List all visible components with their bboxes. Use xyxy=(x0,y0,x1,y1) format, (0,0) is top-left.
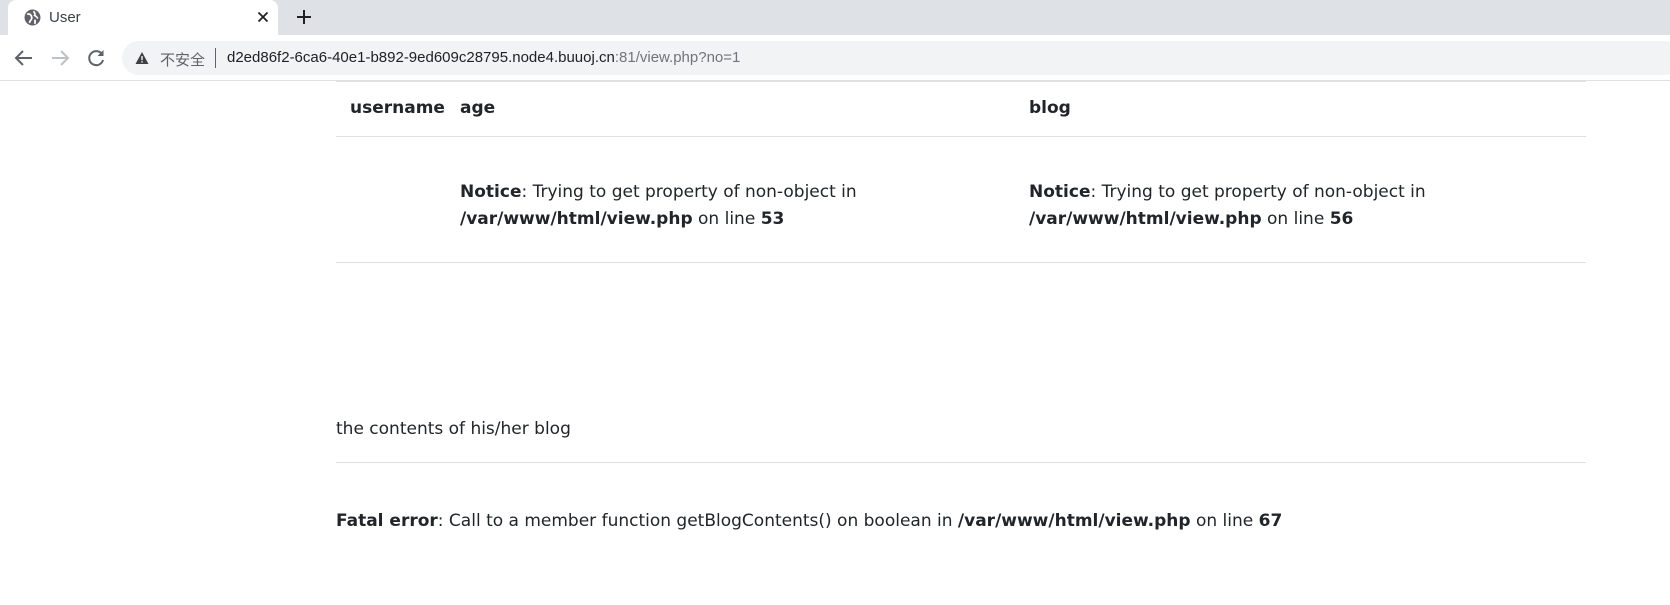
fatal-error-on-line: on line xyxy=(1190,511,1259,531)
globe-icon xyxy=(24,9,41,26)
fatal-error-label: Fatal error xyxy=(336,511,438,531)
notice-message: : Trying to get property of non-object i… xyxy=(1090,182,1426,202)
address-separator xyxy=(215,48,216,68)
column-header-age: age xyxy=(460,98,496,118)
blog-divider xyxy=(336,462,1586,463)
close-icon[interactable] xyxy=(255,9,271,25)
page-content: username age blog Notice: Trying to get … xyxy=(0,81,1670,605)
url-text[interactable]: d2ed86f2-6ca6-40e1-b892-9ed609c28795.nod… xyxy=(227,49,740,66)
tab-strip: User xyxy=(0,0,1670,35)
fatal-error-file: /var/www/html/view.php xyxy=(957,511,1191,531)
notice-file: /var/www/html/view.php xyxy=(1029,209,1262,229)
fatal-error-line-number: 67 xyxy=(1258,511,1283,531)
plus-icon[interactable] xyxy=(295,8,313,26)
notice-label: Notice xyxy=(460,182,522,202)
address-bar[interactable]: 不安全 d2ed86f2-6ca6-40e1-b892-9ed609c28795… xyxy=(122,41,1670,75)
security-label[interactable]: 不安全 xyxy=(160,49,205,70)
age-cell-notice: Notice: Trying to get property of non-ob… xyxy=(460,179,1000,233)
tab-title: User xyxy=(49,9,81,26)
notice-line-number: 53 xyxy=(760,209,785,229)
url-path: :81/view.php?no=1 xyxy=(614,49,741,66)
fatal-error-message: Fatal error: Call to a member function g… xyxy=(336,511,1282,531)
notice-message: : Trying to get property of non-object i… xyxy=(521,182,857,202)
reload-icon[interactable] xyxy=(85,47,107,69)
table-row-divider xyxy=(336,262,1586,263)
browser-toolbar: 不安全 d2ed86f2-6ca6-40e1-b892-9ed609c28795… xyxy=(0,35,1670,81)
blog-contents-heading: the contents of his/her blog xyxy=(336,419,571,439)
tab-user[interactable]: User xyxy=(8,0,278,35)
blog-cell-notice: Notice: Trying to get property of non-ob… xyxy=(1029,179,1569,233)
url-host: d2ed86f2-6ca6-40e1-b892-9ed609c28795.nod… xyxy=(227,49,615,66)
arrow-right-icon[interactable] xyxy=(49,47,71,69)
warning-triangle-icon[interactable] xyxy=(135,51,149,65)
notice-line-number: 56 xyxy=(1329,209,1354,229)
notice-file: /var/www/html/view.php xyxy=(460,209,693,229)
divider xyxy=(336,81,1586,82)
notice-on-line: on line xyxy=(1261,209,1330,229)
notice-on-line: on line xyxy=(692,209,761,229)
arrow-left-icon[interactable] xyxy=(13,47,35,69)
notice-label: Notice xyxy=(1029,182,1091,202)
column-header-username: username xyxy=(350,98,445,118)
column-header-blog: blog xyxy=(1029,98,1071,118)
table-header-divider xyxy=(336,136,1586,137)
fatal-error-text: : Call to a member function getBlogConte… xyxy=(437,511,958,531)
